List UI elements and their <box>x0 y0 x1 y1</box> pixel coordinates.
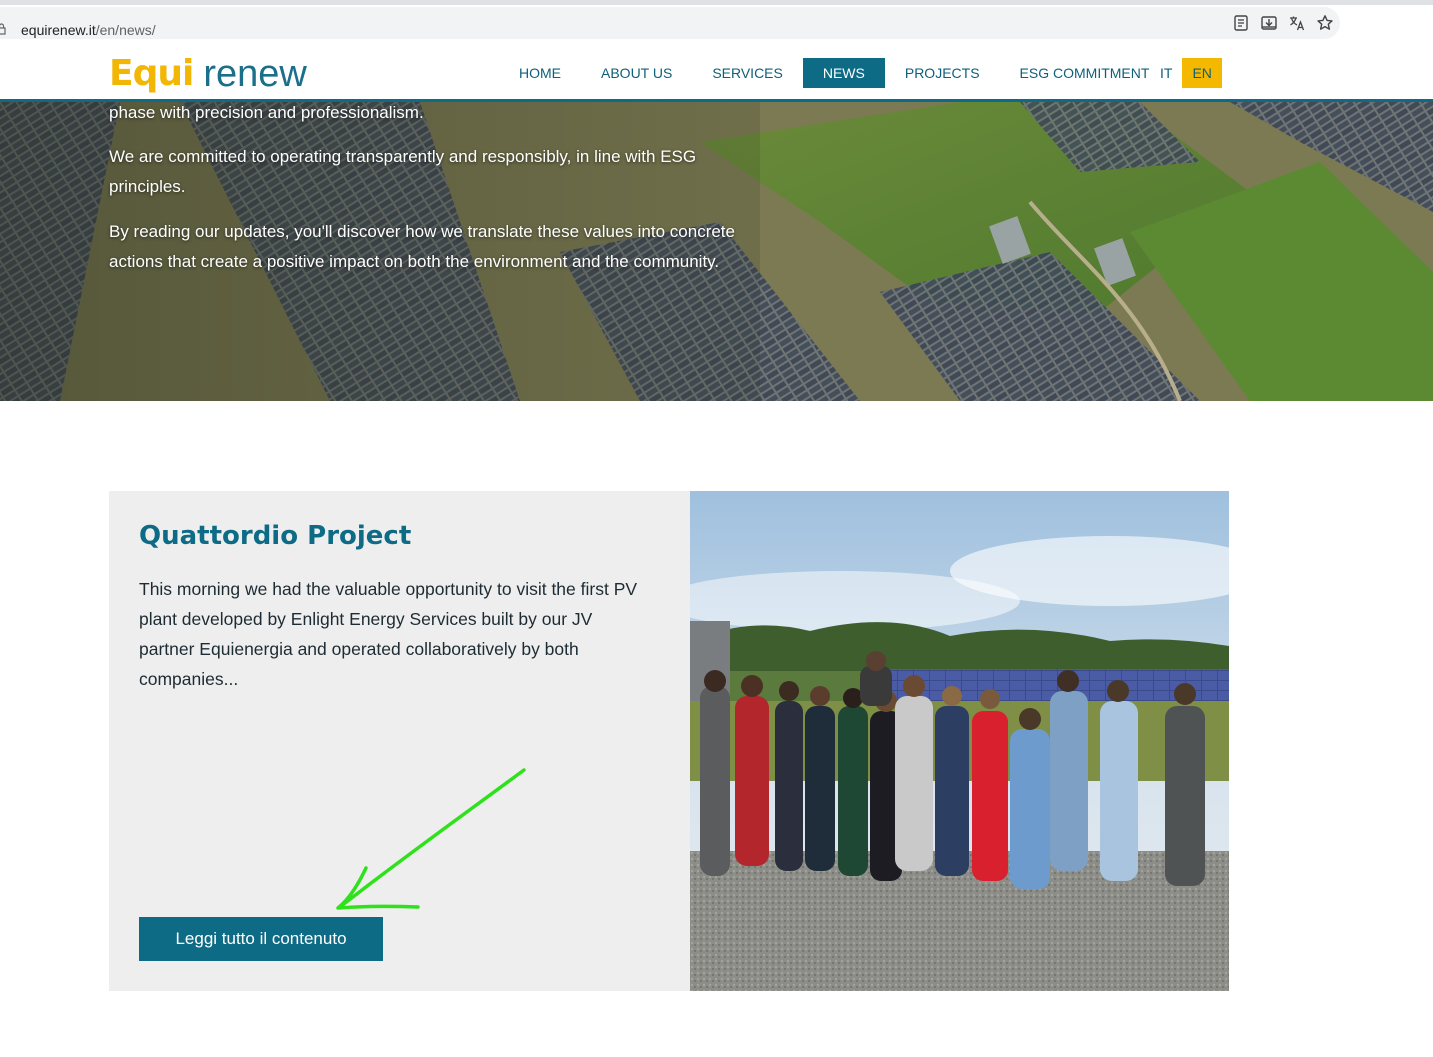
nav-projects[interactable]: PROJECTS <box>885 58 1000 88</box>
logo-renew: renew <box>203 53 307 95</box>
hero-paragraph-1: phase with precision and professionalism… <box>109 103 424 122</box>
site-logo[interactable]: Equi renew <box>109 52 307 95</box>
install-icon[interactable] <box>1260 14 1278 32</box>
url-path: /en/news/ <box>95 22 156 38</box>
lock-icon[interactable] <box>0 23 6 35</box>
reader-mode-icon[interactable] <box>1232 14 1250 32</box>
lang-en[interactable]: EN <box>1182 58 1222 88</box>
nav-news[interactable]: NEWS <box>802 58 885 88</box>
url-domain: equirenew.it <box>21 22 96 38</box>
annotation-arrow-icon <box>336 768 526 910</box>
hero-banner: phase with precision and professionalism… <box>0 102 1433 401</box>
lang-it[interactable]: IT <box>1150 58 1182 88</box>
logo-equi: Equi <box>109 53 194 94</box>
main-nav: HOME ABOUT US SERVICES NEWS PROJECTS ESG… <box>499 58 1169 88</box>
browser-tabstrip-edge <box>0 0 1433 5</box>
nav-about-us[interactable]: ABOUT US <box>581 58 692 88</box>
hero-paragraph-2: We are committed to operating transparen… <box>109 147 697 196</box>
nav-services[interactable]: SERVICES <box>692 58 803 88</box>
hero-paragraph-3: By reading our updates, you'll discover … <box>109 222 735 271</box>
url-text[interactable]: equirenew.it/en/news/ <box>21 22 156 38</box>
site-header: Equi renew HOME ABOUT US SERVICES NEWS P… <box>0 44 1433 102</box>
news-card-excerpt: This morning we had the valuable opportu… <box>139 579 638 689</box>
language-switcher: IT EN <box>1150 58 1222 88</box>
news-card-photo[interactable] <box>690 491 1229 991</box>
browser-address-bar: equirenew.it/en/news/ <box>0 0 1433 44</box>
read-more-button[interactable]: Leggi tutto il contenuto <box>139 917 383 961</box>
nav-home[interactable]: HOME <box>499 58 581 88</box>
group-photo-image <box>690 491 1229 991</box>
url-field[interactable]: equirenew.it/en/news/ <box>0 7 1340 39</box>
news-card-title[interactable]: Quattordio Project <box>139 521 411 551</box>
translate-icon[interactable] <box>1288 14 1306 32</box>
bookmark-star-icon[interactable] <box>1316 14 1334 32</box>
nav-esg-commitment[interactable]: ESG COMMITMENT <box>1000 58 1170 88</box>
